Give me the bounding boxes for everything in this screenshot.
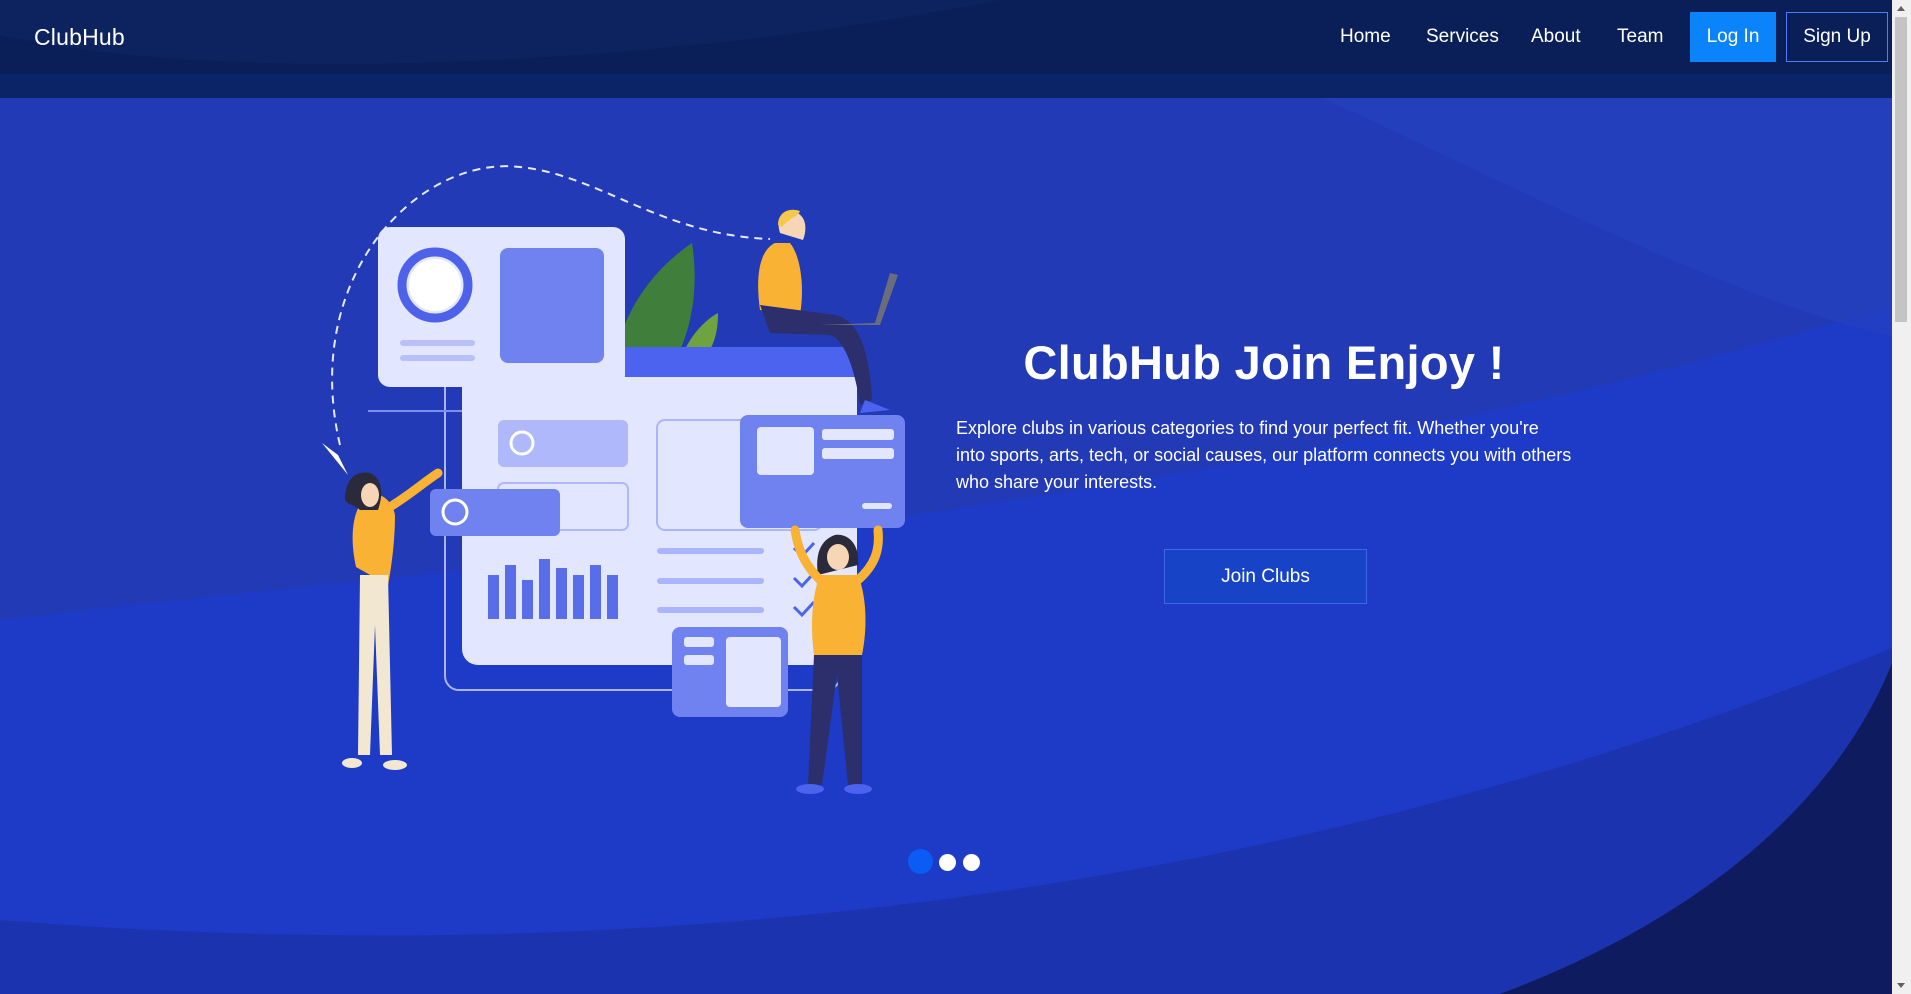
- hero-description: Explore clubs in various categories to f…: [956, 418, 1572, 492]
- vertical-scrollbar[interactable]: [1892, 0, 1911, 994]
- scroll-down-arrow-icon[interactable]: [1897, 983, 1905, 988]
- navbar-wave: [0, 0, 1892, 98]
- carousel-dot-2[interactable]: [939, 854, 956, 871]
- nav-link-services[interactable]: Services: [1426, 26, 1499, 48]
- signup-button[interactable]: Sign Up: [1786, 12, 1888, 62]
- brand-logo[interactable]: ClubHub: [34, 24, 125, 51]
- hero-background: [0, 0, 1911, 994]
- login-button[interactable]: Log In: [1690, 12, 1776, 62]
- navbar: ClubHub Home Services About Team Log In …: [0, 0, 1892, 98]
- nav-link-team[interactable]: Team: [1617, 26, 1663, 48]
- carousel-dot-3[interactable]: [963, 854, 980, 871]
- scrollbar-thumb[interactable]: [1895, 17, 1907, 322]
- nav-link-about[interactable]: About: [1531, 26, 1581, 48]
- carousel-dot-1[interactable]: [908, 849, 933, 874]
- hero-illustration: [322, 165, 905, 794]
- scroll-up-arrow-icon[interactable]: [1897, 6, 1905, 11]
- join-clubs-button[interactable]: Join Clubs: [1164, 549, 1367, 604]
- nav-link-home[interactable]: Home: [1340, 26, 1391, 48]
- hero-title: ClubHub Join Enjoy !: [1023, 336, 1505, 389]
